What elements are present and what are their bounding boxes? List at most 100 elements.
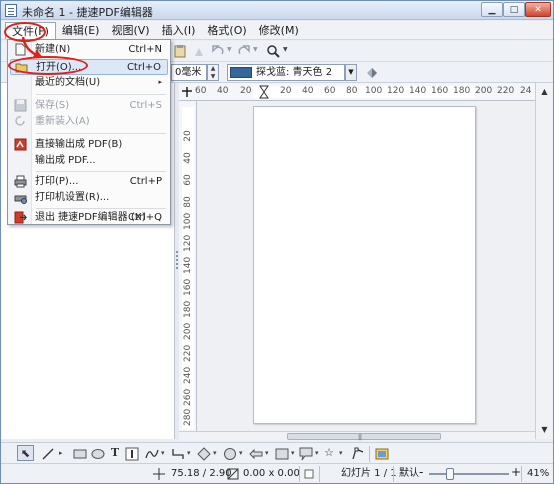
zoom-magnifier-icon[interactable] [266,44,280,58]
line-width-spinner[interactable]: ▲ ▼ [207,64,219,81]
flowchart-icon[interactable] [275,447,289,461]
vruler-tick: 120 [183,234,193,252]
app-document-icon [5,4,17,17]
redo-icon[interactable] [237,44,251,58]
menu-item-export-pdf[interactable]: 输出成 PDF... [10,153,168,169]
menu-label: 重新装入(A) [35,116,90,127]
image-from-file-icon[interactable] [375,447,389,461]
status-separator [521,466,522,482]
vruler-tick: 80 [183,196,193,208]
vruler-tick: 220 [183,344,193,362]
curve-tool-icon[interactable] [145,447,159,461]
indent-marker-icon[interactable] [259,85,269,99]
document-canvas[interactable] [197,101,535,431]
paste-icon[interactable] [173,44,187,58]
zoom-out-button[interactable]: - [419,466,423,478]
menu-shortcut: Ctrl+Q [127,212,162,223]
zoom-slider-knob[interactable] [446,468,454,480]
redo-dropdown-icon[interactable]: ▼ [253,42,258,58]
tab-stop-icon[interactable] [181,85,193,99]
menu-item-save[interactable]: 保存(S) Ctrl+S [10,98,168,114]
menu-item-recent-documents[interactable]: 最近的文档(U) ▸ [10,75,168,91]
zoom-dropdown-icon[interactable]: ▼ [283,42,288,58]
rectangle-tool-icon[interactable] [73,447,87,461]
curve-dropdown[interactable]: ▾ [161,445,165,461]
menu-format[interactable]: 格式(O) [201,22,252,39]
save-icon [14,99,27,112]
menu-modify[interactable]: 修改(M) [253,22,305,39]
minimize-button[interactable]: ▁ [481,2,503,17]
maximize-button[interactable]: □ [503,2,525,17]
basic-shapes-dropdown[interactable]: ▾ [213,445,217,461]
horizontal-scrollbar[interactable]: ||| [179,431,535,441]
vruler-tick: 40 [183,152,193,164]
format-paintbrush-icon[interactable] [192,44,206,58]
menu-label: 最近的文档(U) [35,77,101,88]
undo-icon[interactable] [211,44,225,58]
area-color-dropdown[interactable]: ▼ [345,64,357,81]
ellipse-tool-icon[interactable] [91,447,105,461]
toolbar-separator [369,446,370,462]
star-shapes-icon[interactable]: ☆ [323,445,335,461]
menu-insert[interactable]: 插入(I) [156,22,202,39]
line-tool-icon[interactable] [41,447,55,461]
callout-icon[interactable] [299,447,313,461]
menu-item-export-pdf-direct[interactable]: 直接输出成 PDF(B) [10,137,168,153]
shadow-icon[interactable] [365,66,379,80]
vruler-tick: 240 [183,366,193,384]
scroll-down-icon[interactable]: ▼ [537,422,552,437]
connector-tool-icon[interactable] [171,447,185,461]
flowchart-dropdown[interactable]: ▾ [291,445,295,461]
vruler-tick: 160 [183,278,193,296]
zoom-in-button[interactable]: + [511,466,521,478]
undo-dropdown-icon[interactable]: ▼ [227,42,232,58]
star-shapes-dropdown[interactable]: ▾ [339,445,343,461]
line-tool-dropdown[interactable]: ▸ [59,445,63,461]
vruler-tick: 280 [183,408,193,426]
text-tool-icon[interactable]: T [109,445,121,461]
hruler-tick: 200 [475,86,493,96]
menu-edit[interactable]: 编辑(E) [56,22,106,39]
block-arrows-dropdown[interactable]: ▾ [265,445,269,461]
menu-view[interactable]: 视图(V) [105,22,155,39]
callout-dropdown[interactable]: ▾ [315,445,319,461]
blank-page[interactable] [253,106,476,424]
block-arrows-icon[interactable] [249,447,263,461]
menu-separator [36,171,166,172]
menu-separator [36,94,166,95]
vertical-ruler: 20 40 60 80 100 120 140 160 180 200 220 … [179,101,197,431]
points-edit-icon[interactable] [351,447,365,461]
line-width-field[interactable]: 0毫米 [171,64,207,81]
menu-item-reload[interactable]: 重新装入(A) [10,114,168,130]
hruler-tick: 20 [280,86,292,96]
scroll-up-icon[interactable]: ▲ [537,84,552,99]
status-separator [299,466,300,482]
window-title: 未命名 1 - 捷速PDF编辑器 [22,6,153,19]
splitter-grip[interactable] [176,251,178,269]
hruler-tick: 60 [324,86,336,96]
symbol-shapes-dropdown[interactable]: ▾ [239,445,243,461]
hruler-tick: 140 [409,86,427,96]
vruler-tick: 60 [183,174,193,186]
menu-item-printer-settings[interactable]: 打印机设置(R)... [10,190,168,206]
pdf-icon [14,138,27,151]
symbol-shapes-icon[interactable] [223,447,237,461]
basic-shapes-icon[interactable] [197,447,211,461]
zoom-slider-track[interactable] [429,473,509,475]
horizontal-scroll-thumb[interactable]: ||| [287,433,441,441]
vertical-scrollbar[interactable]: ▲ ▼ [535,83,553,439]
vruler-tick: 180 [183,300,193,318]
connector-dropdown[interactable]: ▾ [187,445,191,461]
menu-item-print[interactable]: 打印(P)... Ctrl+P [10,174,168,190]
cursor-position: 75.18 / 2.90 [171,468,232,479]
menu-separator [36,133,166,134]
vertical-text-icon[interactable] [125,447,139,461]
horizontal-ruler: 60 40 20 20 40 60 80 100 120 140 160 180… [179,83,535,101]
select-arrow-icon[interactable]: ⬉ [17,445,34,461]
hruler-tick: 24 [520,86,532,96]
zoom-percentage: 41% [527,468,550,479]
thumb-grip-icon: ||| [358,434,362,441]
menu-item-exit[interactable]: 退出 捷速PDF编辑器 (X) Ctrl+Q [10,210,168,226]
menu-shortcut: Ctrl+N [128,44,162,55]
close-button[interactable]: ✕ [525,2,551,17]
